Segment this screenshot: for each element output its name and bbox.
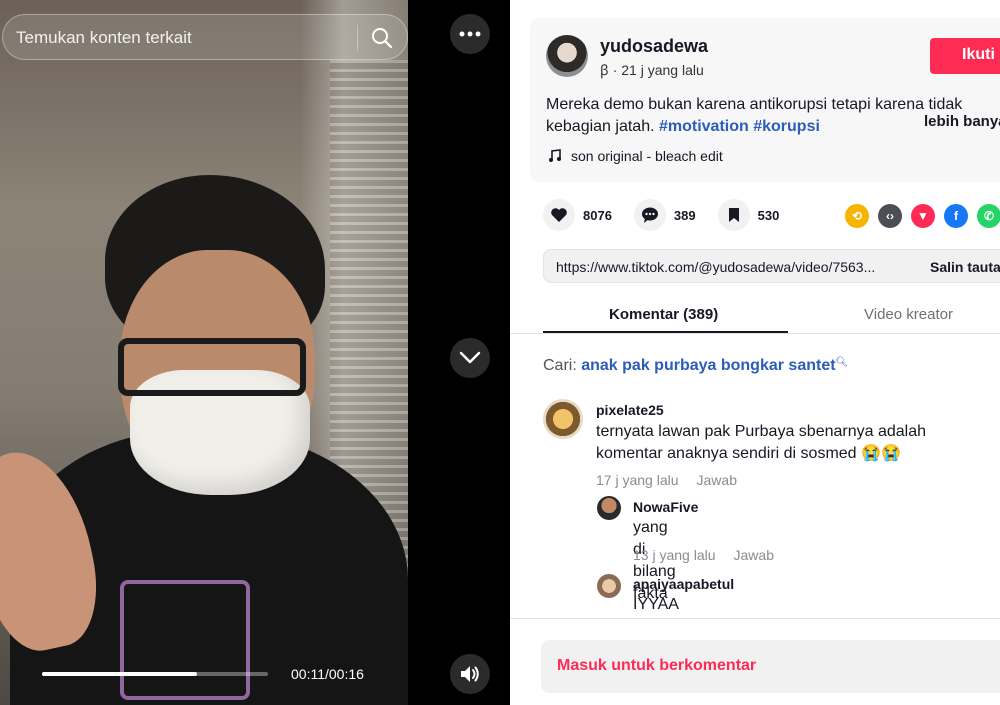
comment-time: 17 j yang lalu <box>596 472 679 488</box>
avatar[interactable] <box>597 574 621 598</box>
hoodie-print <box>120 580 250 700</box>
related-search-placeholder[interactable]: Temukan konten terkait <box>16 28 192 48</box>
video-link-box: https://www.tiktok.com/@yudosadewa/video… <box>543 249 1000 283</box>
video-progress-fill <box>42 672 198 676</box>
post-timestamp: ꞵ · 21 j yang lalu <box>600 62 704 78</box>
search-divider <box>357 25 358 51</box>
bookmark-count: 530 <box>757 207 780 223</box>
send-icon[interactable]: ▼ <box>911 204 935 228</box>
post-info-card: yudosadewa ꞵ · 21 j yang lalu Ikuti Mere… <box>530 18 1000 182</box>
next-video-button[interactable] <box>450 338 490 378</box>
comment-username[interactable]: apaiyaapabetul <box>633 576 734 592</box>
copy-link-button[interactable]: Salin tautan <box>930 259 1000 275</box>
chevron-down-icon <box>459 351 481 364</box>
tab-comments[interactable]: Komentar (389) <box>609 306 718 323</box>
comment-username[interactable]: pixelate25 <box>596 402 664 418</box>
comment-meta: 17 j yang lalu Jawab <box>596 472 737 488</box>
comment-icon[interactable] <box>633 199 666 231</box>
follow-button[interactable]: Ikuti <box>930 38 1000 74</box>
more-options-button[interactable] <box>450 14 490 54</box>
bookmark-button[interactable]: 530 <box>717 199 780 231</box>
search-suggestion[interactable]: Cari: anak pak purbaya bongkar santet🔍︎ <box>543 357 848 375</box>
tab-creator-videos[interactable]: Video kreator <box>864 306 953 323</box>
search-icon: 🔍︎ <box>835 357 849 368</box>
music-note-icon <box>549 149 561 162</box>
video-time: 00:11/00:16 <box>291 666 364 682</box>
embed-icon[interactable]: ‹› <box>878 204 902 228</box>
show-more-link[interactable]: lebih banyak <box>924 113 1000 130</box>
whatsapp-icon[interactable]: ✆ <box>977 204 1000 228</box>
login-to-comment-label[interactable]: Masuk untuk berkomentar <box>557 657 756 675</box>
search-icon[interactable] <box>369 25 397 51</box>
heart-icon[interactable] <box>543 199 575 231</box>
comment-username[interactable]: NowaFive <box>633 499 698 515</box>
bookmark-icon[interactable] <box>717 199 750 231</box>
facebook-icon[interactable]: f <box>944 204 968 228</box>
more-dots-icon <box>459 31 481 37</box>
post-username[interactable]: yudosadewa <box>600 36 708 57</box>
volume-icon <box>461 666 479 682</box>
share-icons: ⟲ ‹› ▼ f ✆ <box>845 204 1000 228</box>
search-suggestion-query[interactable]: anak pak purbaya bongkar santet <box>581 357 835 374</box>
avatar[interactable] <box>546 35 588 77</box>
video-player[interactable]: Temukan konten terkait 00:11/00:16 <box>0 0 408 705</box>
avatar[interactable] <box>543 399 583 439</box>
comment-count: 389 <box>673 207 696 223</box>
login-to-comment-button[interactable]: Masuk untuk berkomentar <box>541 640 1000 693</box>
detail-panel: yudosadewa ꞵ · 21 j yang lalu Ikuti Mere… <box>510 0 1000 705</box>
like-button[interactable]: 8076 <box>543 199 612 231</box>
music-link[interactable]: son original - bleach edit <box>548 148 723 164</box>
active-tab-indicator <box>543 331 788 333</box>
reply-button[interactable]: Jawab <box>697 472 737 488</box>
repost-icon[interactable]: ⟲ <box>845 204 869 228</box>
panel-tabs: Komentar (389) Video kreator <box>510 296 1000 334</box>
related-search-bar[interactable]: Temukan konten terkait <box>2 14 408 60</box>
video-progress-bar[interactable] <box>42 672 268 676</box>
action-bar: 8076 389 530 <box>543 199 801 231</box>
glasses <box>118 338 306 396</box>
comment-meta: 13 j yang lalu Jawab <box>633 547 774 563</box>
hashtag-link[interactable]: #motivation <box>659 118 749 135</box>
comment-time: 13 j yang lalu <box>633 547 716 563</box>
search-suggestion-prefix: Cari: <box>543 357 577 374</box>
volume-button[interactable] <box>450 654 490 694</box>
like-count: 8076 <box>583 207 612 223</box>
comment-button[interactable]: 389 <box>633 199 696 231</box>
video-url: https://www.tiktok.com/@yudosadewa/video… <box>556 259 876 275</box>
avatar[interactable] <box>597 496 621 520</box>
reply-button[interactable]: Jawab <box>734 547 774 563</box>
hashtag-link[interactable]: #korupsi <box>753 118 820 135</box>
music-title[interactable]: son original - bleach edit <box>571 148 723 164</box>
comment-text: ternyata lawan pak Purbaya sbenarnya ada… <box>596 423 926 462</box>
